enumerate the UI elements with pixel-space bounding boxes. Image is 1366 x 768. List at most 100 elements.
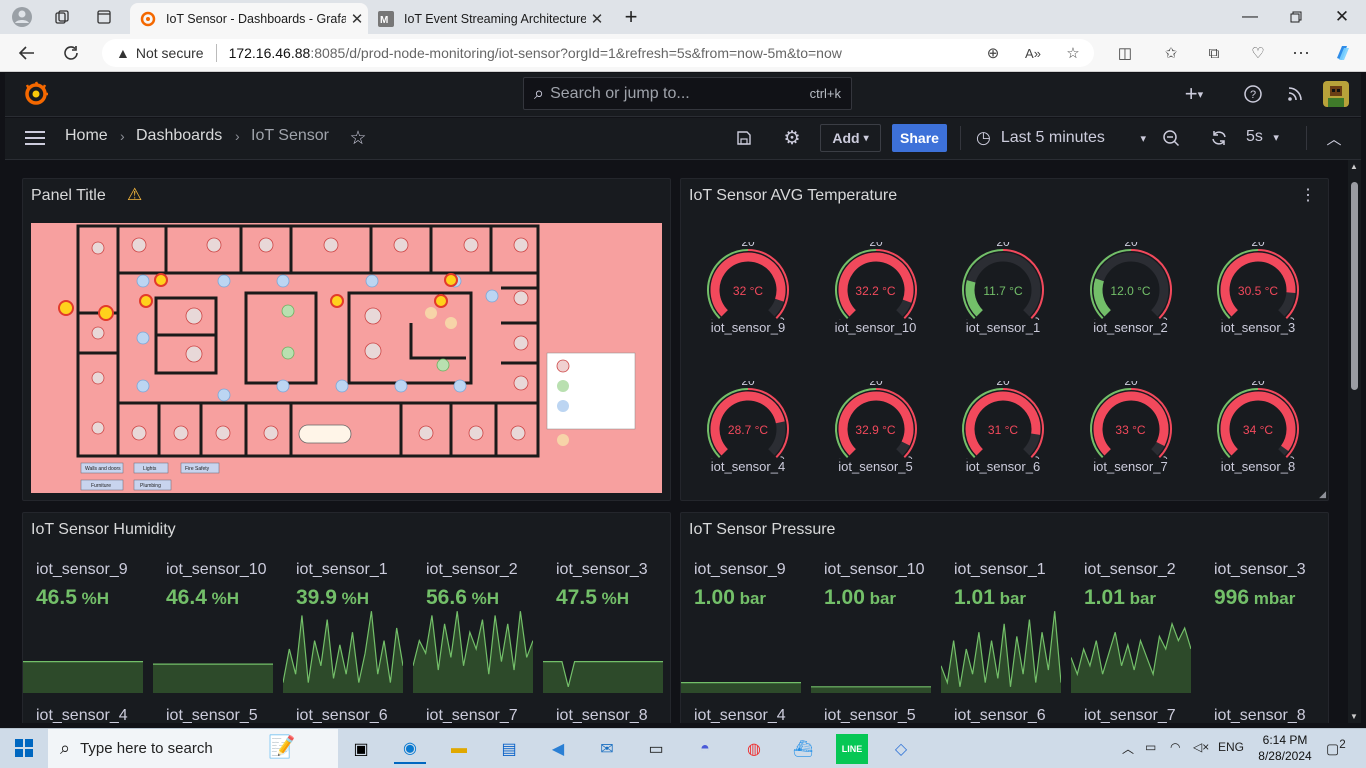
- battery-icon[interactable]: ▭: [1145, 740, 1156, 754]
- stat-tile[interactable]: iot_sensor_6: [283, 701, 407, 723]
- refresh-icon[interactable]: [1205, 124, 1233, 152]
- language-indicator[interactable]: ENG: [1218, 740, 1244, 754]
- help-icon[interactable]: ?: [1239, 80, 1267, 108]
- store-icon[interactable]: ▤: [493, 734, 525, 764]
- minimize-icon[interactable]: —: [1230, 0, 1270, 34]
- edge-taskbar-icon[interactable]: ◉: [394, 734, 426, 764]
- stat-tile[interactable]: iot_sensor_7: [1071, 701, 1195, 723]
- stat-tile[interactable]: iot_sensor_9 46.5 %H: [23, 555, 147, 693]
- vscode-icon[interactable]: ◀: [542, 734, 574, 764]
- read-aloud-icon[interactable]: A»: [1020, 41, 1046, 65]
- close-tab-icon[interactable]: ✕: [586, 10, 608, 28]
- share-button[interactable]: Share: [892, 124, 947, 152]
- zoom-out-icon[interactable]: [1157, 124, 1185, 152]
- medium-favicon-icon: M: [378, 10, 394, 27]
- settings-more-icon[interactable]: ⋯: [1288, 41, 1314, 65]
- browser-essentials-icon[interactable]: ♡: [1245, 41, 1271, 65]
- volume-icon[interactable]: ◁×: [1193, 740, 1209, 754]
- temperature-gauge: 5203531 °C iot_sensor_6: [958, 374, 1048, 481]
- scroll-up-icon[interactable]: ▲: [1350, 162, 1358, 171]
- collapse-chevron-up-icon[interactable]: ︿: [1320, 124, 1348, 152]
- chrome-icon[interactable]: ◍: [738, 734, 770, 764]
- taskbar-clock[interactable]: 6:14 PM 8/28/2024: [1255, 732, 1315, 764]
- workspaces-icon[interactable]: [42, 0, 82, 34]
- add-button[interactable]: Add ▾: [820, 124, 881, 152]
- dashboard-settings-gear-icon[interactable]: ⚙: [778, 124, 806, 152]
- scroll-down-icon[interactable]: ▼: [1350, 712, 1358, 721]
- new-tab-icon[interactable]: +: [611, 0, 651, 34]
- profile-icon[interactable]: [2, 0, 42, 34]
- windows-start-icon[interactable]: [8, 733, 40, 763]
- tab-actions-icon[interactable]: [84, 0, 124, 34]
- breadcrumb-dashboards[interactable]: Dashboards: [136, 127, 222, 145]
- breadcrumb-home[interactable]: Home: [65, 127, 108, 145]
- stat-tile[interactable]: iot_sensor_8: [1201, 701, 1325, 723]
- warning-icon[interactable]: ⚠: [127, 185, 142, 205]
- favorite-star-icon[interactable]: ☆: [1060, 41, 1086, 65]
- panel-pressure[interactable]: IoT Sensor Pressure iot_sensor_9 1.00 bar…: [680, 512, 1329, 723]
- stat-tile[interactable]: iot_sensor_8: [543, 701, 667, 723]
- file-explorer-icon[interactable]: ▬: [443, 734, 475, 764]
- stat-tile[interactable]: iot_sensor_5: [153, 701, 277, 723]
- stat-tile[interactable]: iot_sensor_1 39.9 %H: [283, 555, 407, 693]
- dashboard-scrollbar[interactable]: ▲ ▼: [1348, 160, 1361, 723]
- url-field[interactable]: ▲ Not secure 172.16.46.88:8085/d/prod-no…: [102, 39, 1094, 67]
- menu-hamburger-icon[interactable]: [21, 124, 49, 152]
- news-rss-icon[interactable]: [1281, 80, 1309, 108]
- collections-icon[interactable]: ⧉: [1201, 41, 1227, 65]
- scrollbar-thumb[interactable]: [1351, 182, 1358, 390]
- stat-tile[interactable]: iot_sensor_10 46.4 %H: [153, 555, 277, 693]
- restore-icon[interactable]: [1276, 0, 1316, 34]
- taskbar-search[interactable]: ⌕ Type here to search 📝: [48, 729, 338, 768]
- docker-icon[interactable]: ⛴: [787, 734, 819, 764]
- new-plus-icon[interactable]: + ▾: [1174, 80, 1214, 108]
- save-dashboard-icon[interactable]: [730, 124, 758, 152]
- panel-temperature[interactable]: IoT Sensor AVG Temperature ⋮ 5203532 °Ci…: [680, 178, 1329, 501]
- stat-tile[interactable]: iot_sensor_5: [811, 701, 935, 723]
- close-tab-icon[interactable]: ✕: [346, 10, 368, 28]
- back-icon[interactable]: [12, 38, 42, 68]
- star-icon[interactable]: ☆: [344, 124, 372, 152]
- terminal-icon[interactable]: ▭: [640, 734, 672, 764]
- tab-grafana[interactable]: IoT Sensor - Dashboards - Grafana ✕: [130, 3, 368, 34]
- close-window-icon[interactable]: ✕: [1322, 0, 1362, 34]
- line-app-icon[interactable]: LINE: [836, 734, 868, 764]
- gauge-sensor-name: iot_sensor_10: [834, 320, 917, 335]
- copilot-icon[interactable]: [1330, 41, 1356, 65]
- security-status[interactable]: Not secure: [136, 45, 204, 61]
- mail-icon[interactable]: ✉: [591, 734, 623, 764]
- stat-tile[interactable]: iot_sensor_4: [681, 701, 805, 723]
- refresh-interval-select[interactable]: 5s ▾: [1246, 128, 1279, 146]
- app-icon[interactable]: ◇: [885, 734, 917, 764]
- stat-tile[interactable]: iot_sensor_10 1.00 bar: [811, 555, 935, 693]
- stat-tile[interactable]: iot_sensor_9 1.00 bar: [681, 555, 805, 693]
- panel-floorplan[interactable]: Panel Title ⚠ Walls and doors Lights Fir…: [22, 178, 671, 501]
- stat-tile[interactable]: iot_sensor_3 996 mbar: [1201, 555, 1325, 693]
- task-view-icon[interactable]: ▣: [345, 734, 377, 764]
- user-avatar[interactable]: [1322, 80, 1350, 108]
- tray-chevron-icon[interactable]: ︿: [1122, 740, 1134, 757]
- panel-humidity[interactable]: IoT Sensor Humidity iot_sensor_9 46.5 %H i…: [22, 512, 671, 723]
- zoom-icon[interactable]: ⊕: [980, 41, 1006, 65]
- grafana-logo-icon[interactable]: [23, 81, 49, 112]
- wifi-icon[interactable]: ◠: [1170, 740, 1180, 754]
- panel-menu-icon[interactable]: ⋮: [1300, 185, 1316, 205]
- stat-sensor-name: iot_sensor_7: [1084, 707, 1176, 723]
- stat-tile[interactable]: iot_sensor_1 1.01 bar: [941, 555, 1065, 693]
- time-range-picker[interactable]: ◷ Last 5 minutes ▾: [976, 124, 1146, 152]
- notifications-icon[interactable]: ▢2: [1326, 738, 1346, 758]
- stat-tile[interactable]: iot_sensor_7: [413, 701, 537, 723]
- discord-icon[interactable]: ◓: [689, 734, 721, 764]
- tab-iot-architecture[interactable]: M IoT Event Streaming Architecture ✕: [368, 3, 608, 34]
- search-bar[interactable]: ⌕ Search or jump to... ctrl+k: [523, 77, 852, 110]
- favorites-icon[interactable]: ✩: [1158, 41, 1184, 65]
- warning-icon[interactable]: ▲: [116, 45, 130, 61]
- split-screen-icon[interactable]: ◫: [1112, 41, 1138, 65]
- stat-tile[interactable]: iot_sensor_2 56.6 %H: [413, 555, 537, 693]
- stat-tile[interactable]: iot_sensor_4: [23, 701, 147, 723]
- stat-tile[interactable]: iot_sensor_6: [941, 701, 1065, 723]
- stat-tile[interactable]: iot_sensor_3 47.5 %H: [543, 555, 667, 693]
- stat-tile[interactable]: iot_sensor_2 1.01 bar: [1071, 555, 1195, 693]
- resize-handle-icon[interactable]: ◢: [1319, 489, 1326, 500]
- reload-icon[interactable]: [56, 38, 86, 68]
